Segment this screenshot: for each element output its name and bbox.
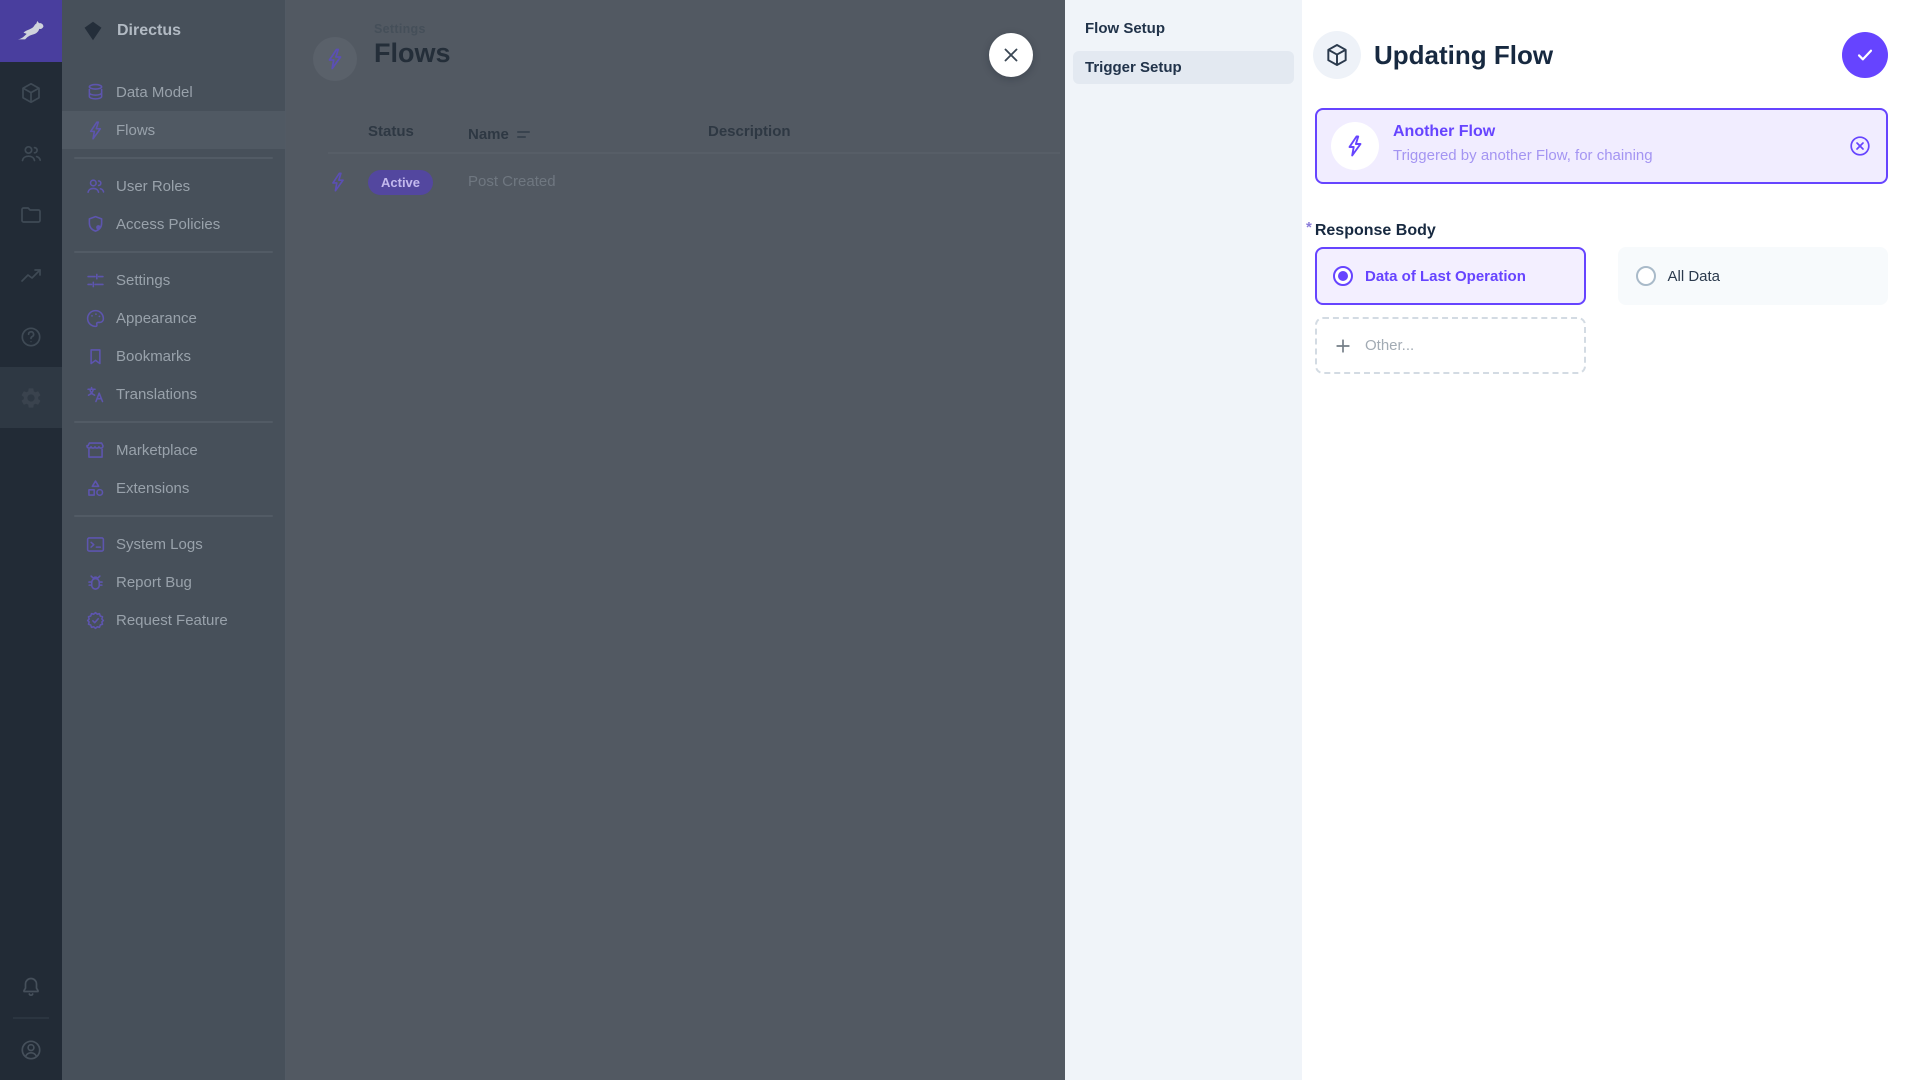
- drawer-nav-trigger-setup[interactable]: Trigger Setup: [1073, 51, 1294, 84]
- trigger-card-subtitle: Triggered by another Flow, for chaining: [1393, 147, 1653, 164]
- other-option-label: Other...: [1365, 337, 1415, 354]
- required-marker: *: [1306, 219, 1312, 236]
- other-option-button[interactable]: Other...: [1315, 317, 1586, 374]
- selected-trigger-card: Another Flow Triggered by another Flow, …: [1315, 108, 1888, 184]
- plus-icon: [1333, 336, 1353, 356]
- close-drawer-button[interactable]: [989, 33, 1033, 77]
- response-body-options: Data of Last Operation All Data: [1315, 247, 1888, 305]
- trigger-card-title: Another Flow: [1393, 123, 1496, 140]
- radio-selected-icon: [1333, 266, 1353, 286]
- option-data-of-last-operation[interactable]: Data of Last Operation: [1315, 247, 1586, 305]
- drawer-title: Updating Flow: [1374, 40, 1554, 70]
- drawer-nav-flow-setup[interactable]: Flow Setup: [1073, 12, 1294, 45]
- save-button[interactable]: [1842, 32, 1888, 78]
- drawer-overlay[interactable]: [0, 0, 1065, 1080]
- drawer-side-nav: Flow Setup Trigger Setup: [1065, 0, 1302, 1080]
- response-body-field-label: * Response Body: [1306, 219, 1436, 239]
- deselect-trigger-icon[interactable]: [1848, 134, 1872, 158]
- radio-unselected-icon: [1635, 266, 1656, 286]
- bolt-icon: [1343, 134, 1367, 158]
- option-all-data[interactable]: All Data: [1617, 247, 1888, 305]
- trigger-icon-circle: [1331, 122, 1379, 170]
- drawer-title-icon-circle: [1313, 31, 1361, 79]
- cube-icon: [1324, 42, 1350, 68]
- drawer-panel: Updating Flow Another Flow Triggered by …: [1302, 0, 1920, 1080]
- close-icon: [1000, 44, 1022, 66]
- check-icon: [1854, 44, 1876, 66]
